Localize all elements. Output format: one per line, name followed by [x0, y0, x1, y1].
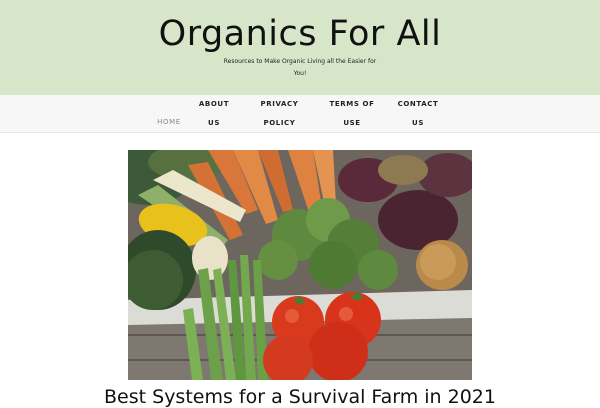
nav-item-home[interactable]: HOME [150, 113, 188, 132]
nav-item-terms-of-use[interactable]: TERMS OF USE [326, 95, 378, 133]
nav-item-about-us[interactable]: ABOUT US [195, 95, 233, 133]
nav-item-contact-us[interactable]: CONTACT US [395, 95, 441, 133]
site-header: Organics For All Resources to Make Organ… [0, 0, 600, 95]
featured-image[interactable] [128, 150, 472, 380]
site-tagline: Resources to Make Organic Living all the… [223, 58, 377, 77]
nav-item-privacy-policy[interactable]: PRIVACY POLICY [252, 95, 307, 133]
post-title[interactable]: Best Systems for a Survival Farm in 2021 [0, 386, 600, 408]
main-navigation: HOME ABOUT US PRIVACY POLICY TERMS OF US… [0, 95, 600, 133]
site-title[interactable]: Organics For All [0, 14, 600, 54]
